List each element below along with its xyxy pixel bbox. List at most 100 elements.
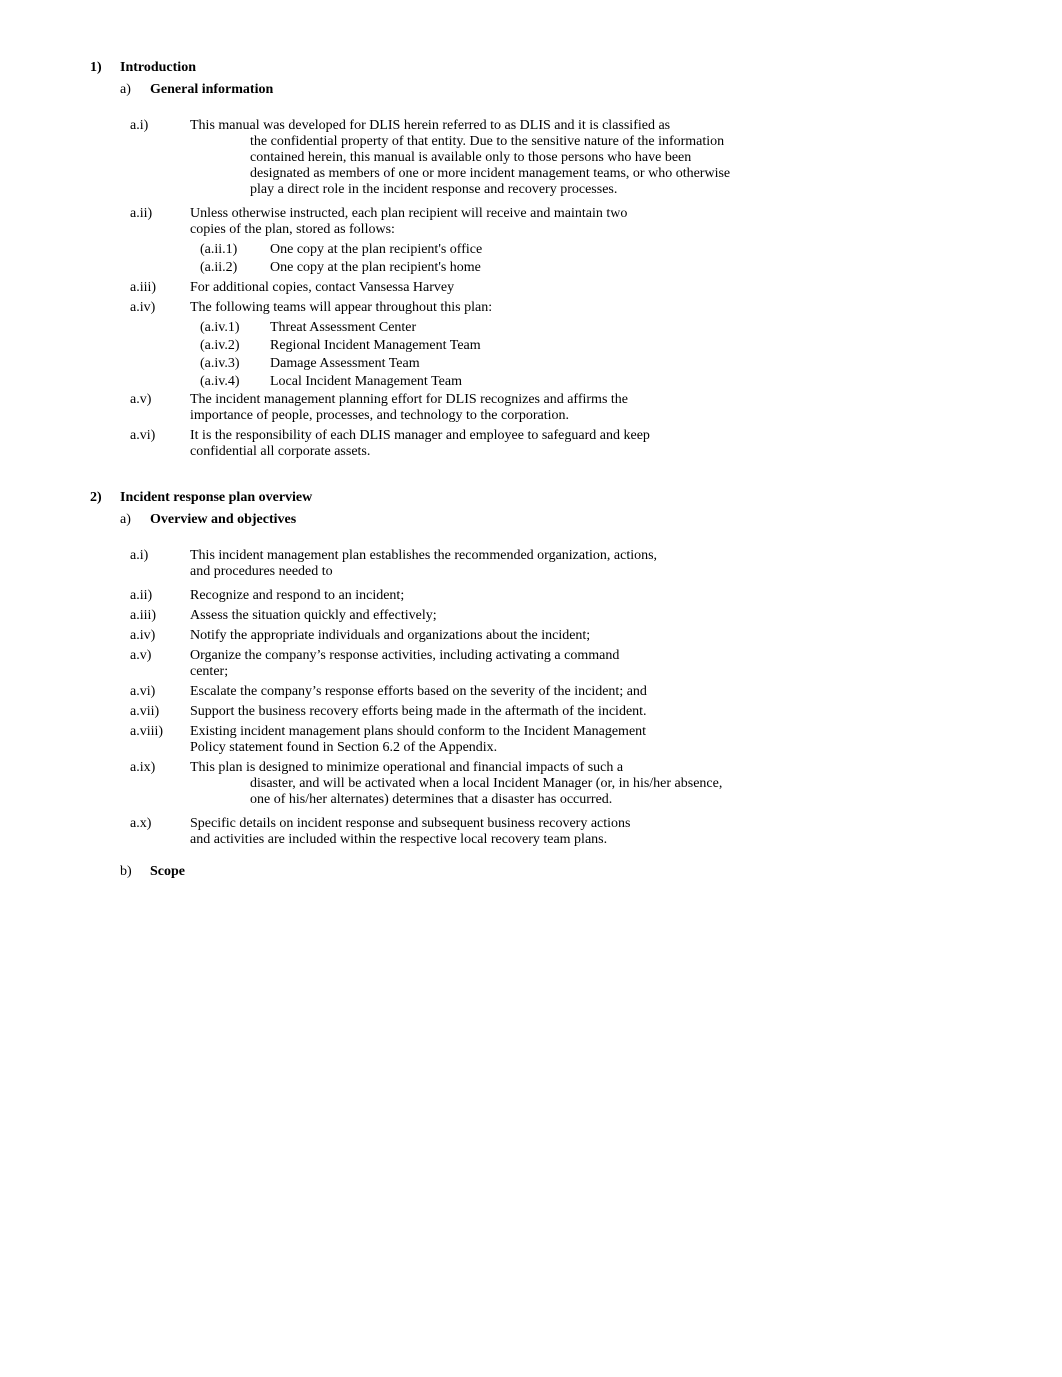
item-2a-x: a.x) Specific details on incident respon… xyxy=(130,816,982,848)
section-2a-heading: Overview and objectives xyxy=(150,512,296,528)
section-1-label: Introduction xyxy=(120,60,196,76)
item-1a-iv-2-text: Regional Incident Management Team xyxy=(270,338,481,354)
item-1a-iv-1: (a.iv.1) Threat Assessment Center xyxy=(200,320,982,336)
item-2a-viii-cont: Policy statement found in Section 6.2 of… xyxy=(190,740,497,755)
item-1a-i-cont1: the confidential property of that entity… xyxy=(190,134,982,150)
item-2a-i-text: This incident management plan establishe… xyxy=(190,548,982,580)
item-1a-ii-2-num: (a.ii.2) xyxy=(200,260,270,276)
item-2a-vii: a.vii) Support the business recovery eff… xyxy=(130,704,982,720)
item-1a-ii-1-num: (a.ii.1) xyxy=(200,242,270,258)
item-2a-i-cont: and procedures needed to xyxy=(190,564,333,579)
item-1a-iii: a.iii) For additional copies, contact Va… xyxy=(130,280,982,296)
section-2-num: 2) xyxy=(90,490,120,506)
item-2a-x-cont: and activities are included within the r… xyxy=(190,832,607,847)
item-1a-ii-1-text: One copy at the plan recipient's office xyxy=(270,242,482,258)
section-1: 1) Introduction a) General information a… xyxy=(90,60,982,460)
item-1a-iv-2-num: (a.iv.2) xyxy=(200,338,270,354)
item-2a-ix-num: a.ix) xyxy=(130,760,190,808)
item-1a-i-cont4: play a direct role in the incident respo… xyxy=(190,182,982,198)
item-1a-v-cont: importance of people, processes, and tec… xyxy=(190,408,569,423)
item-2a-ii-num: a.ii) xyxy=(130,588,190,604)
item-2a-ii: a.ii) Recognize and respond to an incide… xyxy=(130,588,982,604)
item-2a-viii-text: Existing incident management plans shoul… xyxy=(190,724,982,756)
section-1a: a) General information a.i) This manual … xyxy=(120,82,982,460)
item-1a-i-cont2: contained herein, this manual is availab… xyxy=(190,150,982,166)
item-1a-v-text: The incident management planning effort … xyxy=(190,392,982,424)
item-2a-x-num: a.x) xyxy=(130,816,190,848)
item-2a-ix-text: This plan is designed to minimize operat… xyxy=(190,760,982,808)
item-1a-iv-4-num: (a.iv.4) xyxy=(200,374,270,390)
item-2a-ix-cont2: one of his/her alternates) determines th… xyxy=(190,792,982,808)
item-1a-iv-sublist: (a.iv.1) Threat Assessment Center (a.iv.… xyxy=(200,320,982,390)
item-2a-iv-text: Notify the appropriate individuals and o… xyxy=(190,628,590,644)
item-1a-iv-3: (a.iv.3) Damage Assessment Team xyxy=(200,356,982,372)
item-2a-v-cont: center; xyxy=(190,664,228,679)
section-1-header: 1) Introduction xyxy=(90,60,982,76)
item-2a-v-num: a.v) xyxy=(130,648,190,680)
item-2a-vii-text: Support the business recovery efforts be… xyxy=(190,704,982,720)
section-2-header: 2) Incident response plan overview xyxy=(90,490,982,506)
item-2a-vii-num: a.vii) xyxy=(130,704,190,720)
item-1a-vi: a.vi) It is the responsibility of each D… xyxy=(130,428,982,460)
item-2a-v-text: Organize the company’s response activiti… xyxy=(190,648,982,680)
item-1a-iv-4: (a.iv.4) Local Incident Management Team xyxy=(200,374,982,390)
item-1a-iv-2: (a.iv.2) Regional Incident Management Te… xyxy=(200,338,982,354)
item-2a-viii: a.viii) Existing incident management pla… xyxy=(130,724,982,756)
item-1a-ii: a.ii) Unless otherwise instructed, each … xyxy=(130,206,982,238)
item-1a-ii-1: (a.ii.1) One copy at the plan recipient'… xyxy=(200,242,982,258)
item-2a-vi-num: a.vi) xyxy=(130,684,190,700)
section-1-num: 1) xyxy=(90,60,120,76)
item-2a-iii: a.iii) Assess the situation quickly and … xyxy=(130,608,982,624)
item-2a-x-text: Specific details on incident response an… xyxy=(190,816,982,848)
item-1a-iv: a.iv) The following teams will appear th… xyxy=(130,300,982,316)
section-2a-label: a) xyxy=(120,512,150,538)
item-2a-ii-text: Recognize and respond to an incident; xyxy=(190,588,404,604)
section-2b-heading: Scope xyxy=(150,864,185,880)
item-2a-vi: a.vi) Escalate the company’s response ef… xyxy=(130,684,982,700)
item-2a-vi-text: Escalate the company’s response efforts … xyxy=(190,684,982,700)
section-2: 2) Incident response plan overview a) Ov… xyxy=(90,490,982,890)
item-1a-i-text: This manual was developed for DLIS herei… xyxy=(190,118,982,198)
item-1a-iv-text: The following teams will appear througho… xyxy=(190,300,492,316)
page: 1) Introduction a) General information a… xyxy=(0,0,1062,956)
item-1a-v-num: a.v) xyxy=(130,392,190,424)
item-1a-iv-num: a.iv) xyxy=(130,300,190,316)
item-1a-i-cont3: designated as members of one or more inc… xyxy=(190,166,982,182)
item-1a-iv-3-num: (a.iv.3) xyxy=(200,356,270,372)
section-1a-label: a) xyxy=(120,82,150,108)
section-2a: a) Overview and objectives a.i) This inc… xyxy=(120,512,982,848)
item-1a-iii-text: For additional copies, contact Vansessa … xyxy=(190,280,454,296)
section-1a-heading: General information xyxy=(150,82,273,98)
item-2a-iii-text: Assess the situation quickly and effecti… xyxy=(190,608,437,624)
item-1a-iv-1-text: Threat Assessment Center xyxy=(270,320,416,336)
item-2a-ix: a.ix) This plan is designed to minimize … xyxy=(130,760,982,808)
item-1a-v: a.v) The incident management planning ef… xyxy=(130,392,982,424)
item-2a-iii-num: a.iii) xyxy=(130,608,190,624)
section-1a-header-row: a) General information xyxy=(120,82,982,108)
section-2-label: Incident response plan overview xyxy=(120,490,312,506)
section-2b: b) Scope xyxy=(120,864,982,890)
item-1a-vi-cont: confidential all corporate assets. xyxy=(190,444,370,459)
item-2a-i: a.i) This incident management plan estab… xyxy=(130,548,982,580)
item-1a-ii-text: Unless otherwise instructed, each plan r… xyxy=(190,206,982,238)
item-1a-vi-num: a.vi) xyxy=(130,428,190,460)
item-2a-i-num: a.i) xyxy=(130,548,190,580)
item-1a-i: a.i) This manual was developed for DLIS … xyxy=(130,118,982,198)
item-2a-iv: a.iv) Notify the appropriate individuals… xyxy=(130,628,982,644)
item-1a-iv-1-num: (a.iv.1) xyxy=(200,320,270,336)
item-1a-iii-num: a.iii) xyxy=(130,280,190,296)
section-2b-header-row: b) Scope xyxy=(120,864,982,890)
item-1a-iv-4-text: Local Incident Management Team xyxy=(270,374,462,390)
item-1a-ii-num: a.ii) xyxy=(130,206,190,238)
item-2a-viii-num: a.viii) xyxy=(130,724,190,756)
item-2a-v: a.v) Organize the company’s response act… xyxy=(130,648,982,680)
item-1a-iv-3-text: Damage Assessment Team xyxy=(270,356,420,372)
item-2a-iv-num: a.iv) xyxy=(130,628,190,644)
section-2a-header-row: a) Overview and objectives xyxy=(120,512,982,538)
item-2a-ix-cont1: disaster, and will be activated when a l… xyxy=(190,776,982,792)
item-1a-ii-2-text: One copy at the plan recipient's home xyxy=(270,260,481,276)
item-1a-i-num: a.i) xyxy=(130,118,190,198)
item-1a-ii-2: (a.ii.2) One copy at the plan recipient'… xyxy=(200,260,982,276)
section-2b-label: b) xyxy=(120,864,150,890)
item-1a-vi-text: It is the responsibility of each DLIS ma… xyxy=(190,428,982,460)
